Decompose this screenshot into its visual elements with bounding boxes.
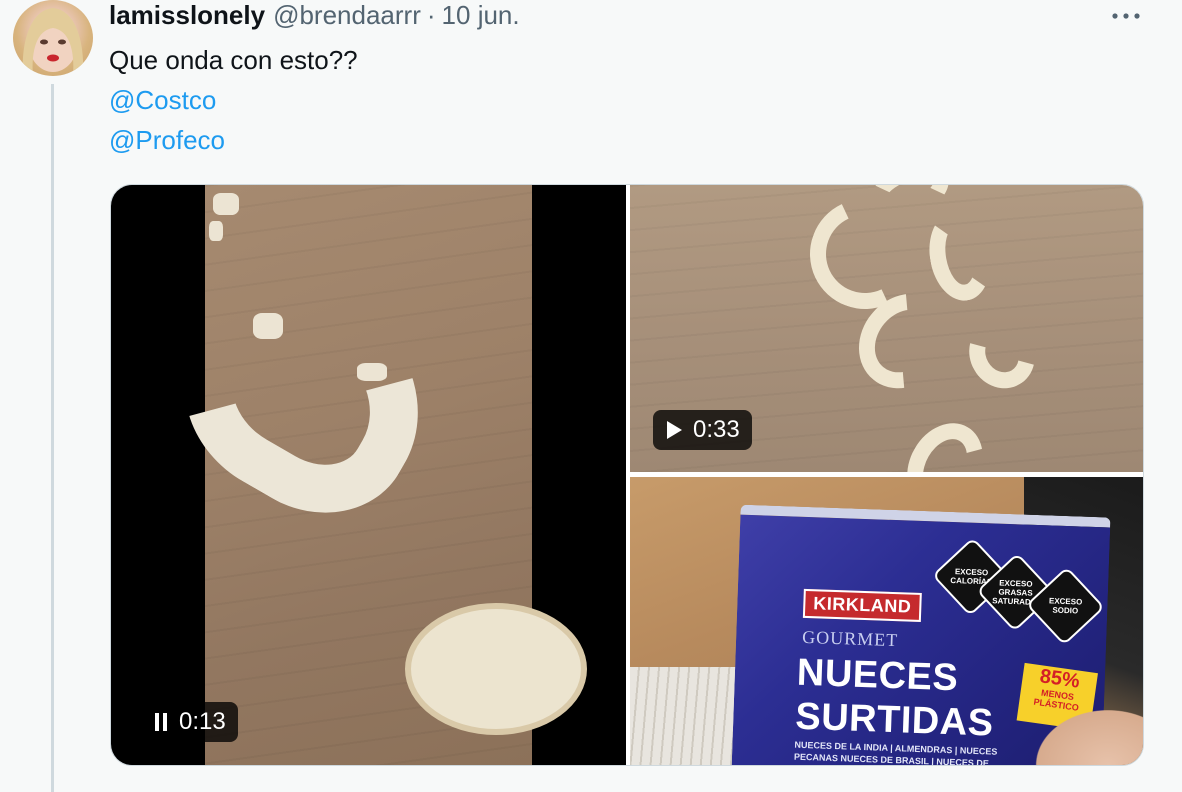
more-icon[interactable] bbox=[1108, 2, 1144, 30]
display-name[interactable]: lamisslonely bbox=[109, 0, 265, 31]
cashew-image bbox=[148, 245, 462, 547]
mention-costco[interactable]: @Costco bbox=[109, 80, 358, 120]
crumb bbox=[209, 221, 223, 241]
pause-icon[interactable] bbox=[153, 712, 169, 732]
cashew-image bbox=[956, 307, 1048, 401]
thread-line bbox=[51, 84, 54, 792]
cashew-image bbox=[892, 409, 998, 472]
photo-frame: KIRKLAND GOURMET NUECES SURTIDAS NUECES … bbox=[630, 477, 1143, 765]
media-grid: 0:13 0:33 KIRKLAND GOURMET NUECES SURTID… bbox=[110, 184, 1144, 766]
avatar[interactable] bbox=[13, 0, 93, 76]
video-time-badge: 0:33 bbox=[653, 410, 752, 450]
gourmet-label: GOURMET bbox=[801, 626, 899, 651]
tweet-header: lamisslonely @brendaarrr · 10 jun. bbox=[109, 0, 520, 30]
avatar-image bbox=[22, 8, 84, 76]
video-player-2[interactable]: 0:33 bbox=[630, 185, 1143, 472]
tweet-text: Que onda con esto?? @Costco @Profeco bbox=[109, 40, 358, 160]
play-icon[interactable] bbox=[665, 420, 683, 440]
video-time-badge: 0:13 bbox=[141, 702, 238, 742]
hand bbox=[1024, 701, 1143, 765]
user-handle[interactable]: @brendaarrr bbox=[273, 0, 421, 31]
crumb bbox=[357, 363, 387, 381]
tweet-body: Que onda con esto?? bbox=[109, 45, 358, 75]
product-name-line2: SURTIDAS bbox=[794, 695, 995, 745]
tweet-date[interactable]: 10 jun. bbox=[442, 0, 520, 31]
varieties-list: NUECES DE LA INDIA | ALMENDRAS | NUECES … bbox=[793, 739, 998, 765]
crumb bbox=[253, 313, 283, 339]
cashew-image bbox=[405, 603, 587, 735]
product-name: NUECES SURTIDAS bbox=[795, 651, 996, 746]
video-duration: 0:33 bbox=[693, 416, 740, 443]
crumb bbox=[213, 193, 239, 215]
photo-nuts-bag[interactable]: KIRKLAND GOURMET NUECES SURTIDAS NUECES … bbox=[630, 477, 1143, 765]
video-frame-cashew bbox=[148, 185, 587, 765]
mention-profeco[interactable]: @Profeco bbox=[109, 120, 358, 160]
separator-dot: · bbox=[426, 0, 436, 30]
video-player-1[interactable]: 0:13 bbox=[111, 185, 626, 765]
brand-logo: KIRKLAND bbox=[802, 588, 922, 622]
product-name-line1: NUECES bbox=[796, 651, 959, 700]
cashew-image bbox=[922, 206, 998, 306]
video-duration: 0:13 bbox=[179, 708, 226, 735]
